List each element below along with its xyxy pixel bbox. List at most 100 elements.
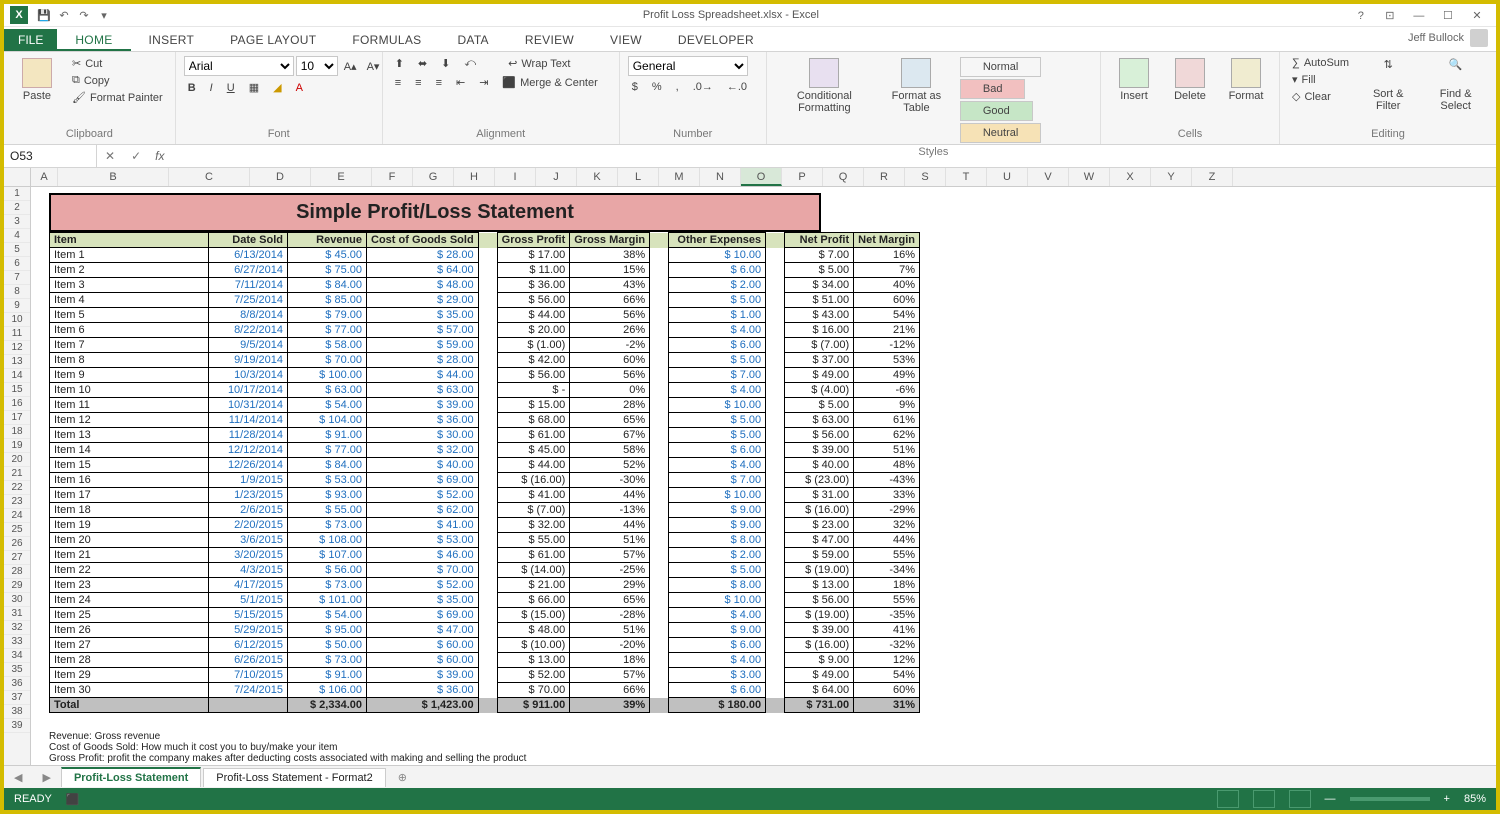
style-bad[interactable]: Bad <box>960 79 1026 99</box>
col-header-O[interactable]: O <box>741 168 782 186</box>
insert-cells-button[interactable]: Insert <box>1109 56 1159 104</box>
italic-button[interactable]: I <box>206 80 217 95</box>
col-header-E[interactable]: E <box>311 168 372 186</box>
table-row[interactable]: Item 910/3/2014$ 100.00$ 44.00$ 56.0056%… <box>50 368 920 383</box>
row-header[interactable]: 22 <box>4 481 30 495</box>
col-header-T[interactable]: T <box>946 168 987 186</box>
table-row[interactable]: Item 37/11/2014$ 84.00$ 48.00$ 36.0043%$… <box>50 278 920 293</box>
row-header[interactable]: 16 <box>4 397 30 411</box>
col-header-V[interactable]: V <box>1028 168 1069 186</box>
copy-button[interactable]: ⧉Copy <box>68 73 167 88</box>
ribbon-help-icon[interactable]: ? <box>1348 10 1374 22</box>
qat-more-icon[interactable]: ▾ <box>94 9 114 22</box>
tab-insert[interactable]: INSERT <box>131 29 213 51</box>
row-header[interactable]: 29 <box>4 579 30 593</box>
table-row[interactable]: Item 245/1/2015$ 101.00$ 35.00$ 66.0065%… <box>50 593 920 608</box>
fx-icon[interactable]: fx <box>149 149 170 163</box>
table-row[interactable]: Item 16/13/2014$ 45.00$ 28.00$ 17.0038%$… <box>50 248 920 263</box>
col-header-X[interactable]: X <box>1110 168 1151 186</box>
row-header[interactable]: 33 <box>4 635 30 649</box>
name-box[interactable]: O53 <box>4 145 97 167</box>
underline-button[interactable]: U <box>223 80 239 95</box>
row-header[interactable]: 34 <box>4 649 30 663</box>
view-pagebreak-button[interactable] <box>1289 790 1311 808</box>
paste-button[interactable]: Paste <box>12 56 62 104</box>
table-row[interactable]: Item 1010/17/2014$ 63.00$ 63.00$ -0%$ 4.… <box>50 383 920 398</box>
table-row[interactable]: Item 297/10/2015$ 91.00$ 39.00$ 52.0057%… <box>50 668 920 683</box>
col-header-I[interactable]: I <box>495 168 536 186</box>
sheet-nav-next-icon[interactable]: ▶ <box>32 771 60 784</box>
row-header[interactable]: 18 <box>4 425 30 439</box>
shrink-font-button[interactable]: A▾ <box>363 56 384 76</box>
align-bottom-button[interactable]: ⬇ <box>437 56 454 71</box>
col-header-K[interactable]: K <box>577 168 618 186</box>
tab-review[interactable]: REVIEW <box>507 29 592 51</box>
col-header-G[interactable]: G <box>413 168 454 186</box>
delete-cells-button[interactable]: Delete <box>1165 56 1215 104</box>
table-row[interactable]: Item 161/9/2015$ 53.00$ 69.00$ (16.00)-3… <box>50 473 920 488</box>
col-header-J[interactable]: J <box>536 168 577 186</box>
table-row[interactable]: Item 47/25/2014$ 85.00$ 29.00$ 56.0066%$… <box>50 293 920 308</box>
col-header-P[interactable]: P <box>782 168 823 186</box>
col-header-Z[interactable]: Z <box>1192 168 1233 186</box>
worksheet-grid[interactable]: 1234567891011121314151617181920212223242… <box>4 187 1496 765</box>
col-header-A[interactable]: A <box>31 168 58 186</box>
zoom-level[interactable]: 85% <box>1464 793 1486 805</box>
row-header[interactable]: 31 <box>4 607 30 621</box>
inc-decimal-button[interactable]: .0→ <box>689 80 717 94</box>
row-header[interactable]: 39 <box>4 719 30 733</box>
style-normal[interactable]: Normal <box>960 57 1041 77</box>
table-row[interactable]: Item 286/26/2015$ 73.00$ 60.00$ 13.0018%… <box>50 653 920 668</box>
account-area[interactable]: Jeff Bullock <box>1400 25 1496 51</box>
row-header[interactable]: 19 <box>4 439 30 453</box>
row-header[interactable]: 7 <box>4 271 30 285</box>
fill-color-button[interactable]: ◢ <box>269 80 285 95</box>
sheet-tab-1[interactable]: Profit-Loss Statement <box>61 767 201 787</box>
tab-formulas[interactable]: FORMULAS <box>334 29 439 51</box>
zoom-in-button[interactable]: + <box>1444 793 1450 805</box>
table-row[interactable]: Item 1311/28/2014$ 91.00$ 30.00$ 61.0067… <box>50 428 920 443</box>
clear-button[interactable]: ◇Clear <box>1288 89 1353 104</box>
row-header[interactable]: 27 <box>4 551 30 565</box>
indent-dec-button[interactable]: ⇤ <box>452 75 469 90</box>
wrap-text-button[interactable]: ↩ Wrap Text <box>504 56 574 71</box>
table-row[interactable]: Item 1512/26/2014$ 84.00$ 40.00$ 44.0052… <box>50 458 920 473</box>
row-header[interactable]: 2 <box>4 201 30 215</box>
table-row[interactable]: Item 213/20/2015$ 107.00$ 46.00$ 61.0057… <box>50 548 920 563</box>
row-header[interactable]: 3 <box>4 215 30 229</box>
ribbon-options-icon[interactable]: ⊡ <box>1377 9 1403 22</box>
row-header[interactable]: 35 <box>4 663 30 677</box>
col-header-D[interactable]: D <box>250 168 311 186</box>
row-header[interactable]: 8 <box>4 285 30 299</box>
table-row[interactable]: Item 79/5/2014$ 58.00$ 59.00$ (1.00)-2%$… <box>50 338 920 353</box>
font-size-select[interactable]: 10 <box>296 56 338 76</box>
col-header-S[interactable]: S <box>905 168 946 186</box>
row-header[interactable]: 5 <box>4 243 30 257</box>
fill-button[interactable]: ▾Fill <box>1288 72 1353 87</box>
minimize-icon[interactable]: — <box>1406 10 1432 22</box>
row-header[interactable]: 9 <box>4 299 30 313</box>
comma-button[interactable]: , <box>672 80 683 94</box>
col-header-F[interactable]: F <box>372 168 413 186</box>
tab-developer[interactable]: DEVELOPER <box>660 29 772 51</box>
row-header[interactable]: 10 <box>4 313 30 327</box>
format-cells-button[interactable]: Format <box>1221 56 1271 104</box>
align-top-button[interactable]: ⬆ <box>391 56 408 71</box>
tab-pagelayout[interactable]: PAGE LAYOUT <box>212 29 334 51</box>
redo-icon[interactable]: ↷ <box>74 9 94 22</box>
enter-formula-icon[interactable]: ✓ <box>123 149 149 163</box>
sheet-nav-prev-icon[interactable]: ◀ <box>4 771 32 784</box>
table-row[interactable]: Item 234/17/2015$ 73.00$ 52.00$ 21.0029%… <box>50 578 920 593</box>
orientation-button[interactable]: ⤺ <box>460 56 480 71</box>
bold-button[interactable]: B <box>184 80 200 95</box>
table-row[interactable]: Item 255/15/2015$ 54.00$ 69.00$ (15.00)-… <box>50 608 920 623</box>
col-header-Y[interactable]: Y <box>1151 168 1192 186</box>
merge-center-button[interactable]: ⬛ Merge & Center <box>498 75 601 90</box>
sheet-tab-2[interactable]: Profit-Loss Statement - Format2 <box>203 768 386 787</box>
find-select-button[interactable]: 🔍Find & Select <box>1423 56 1488 114</box>
row-header[interactable]: 11 <box>4 327 30 341</box>
table-row[interactable]: Item 68/22/2014$ 77.00$ 57.00$ 20.0026%$… <box>50 323 920 338</box>
undo-icon[interactable]: ↶ <box>54 9 74 22</box>
dec-decimal-button[interactable]: ←.0 <box>723 80 751 94</box>
add-sheet-button[interactable]: ⊕ <box>388 771 417 784</box>
